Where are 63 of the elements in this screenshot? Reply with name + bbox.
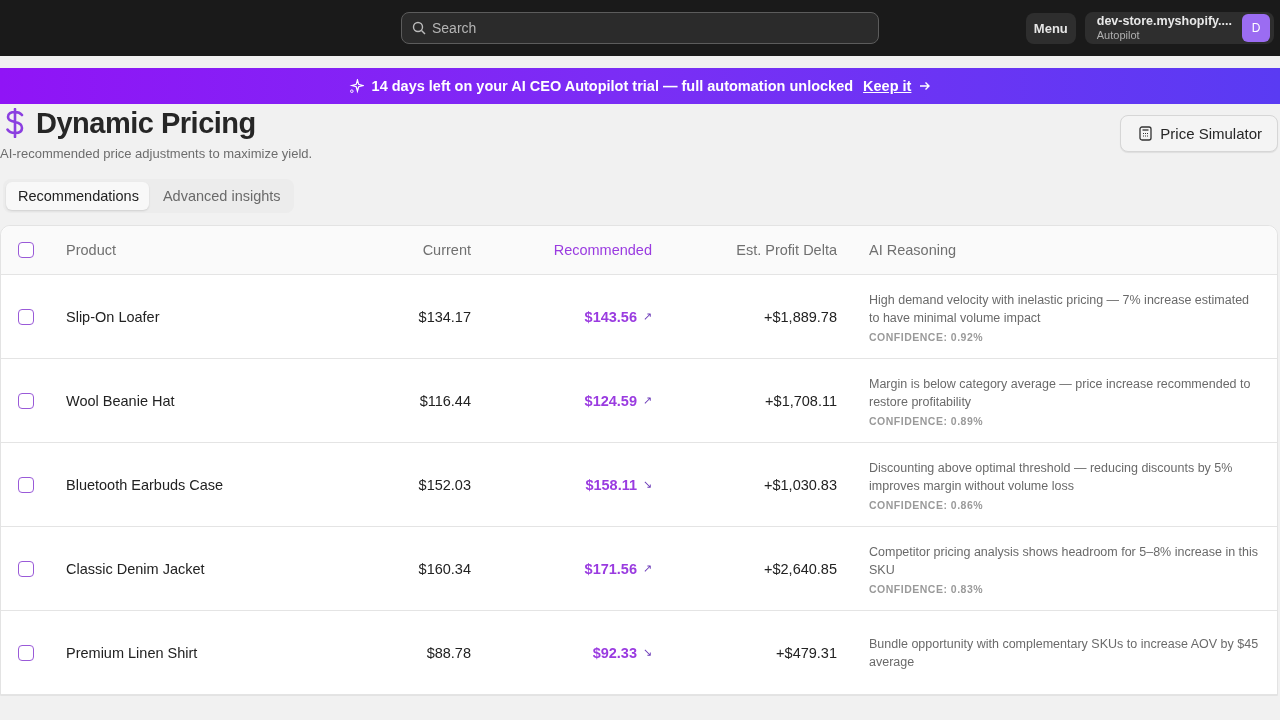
store-name: dev-store.myshopify.... xyxy=(1096,14,1232,28)
reasoning-text: Margin is below category average — price increase recommended to restore profitability xyxy=(869,375,1252,411)
product-name: Wool Beanie Hat xyxy=(66,392,176,409)
reasoning-text: Discounting above optimal threshold — reducing discounts by 5% improves margin without volume loss xyxy=(869,459,1234,495)
page-title: Dynamic Pricing xyxy=(36,106,256,140)
current-price: $116.44 xyxy=(418,392,471,409)
profit-delta: +$479.31 xyxy=(775,644,837,661)
column-header: Est. Profit Delta xyxy=(735,242,837,258)
current-price: $152.03 xyxy=(417,476,471,493)
trend-arrow: ↗ xyxy=(643,310,652,323)
page-subtitle: AI-recommended price adjustments to maximize yield. xyxy=(0,146,313,161)
reasoning-text: Competitor pricing analysis shows headroom for 5–8% increase in this SKU xyxy=(869,543,1259,579)
row-checkbox[interactable] xyxy=(18,308,34,325)
current-price: $88.78 xyxy=(425,644,471,661)
product-name: Classic Denim Jacket xyxy=(66,560,206,577)
store-switcher[interactable]: dev-store.myshopify.... Autopilot D xyxy=(1084,12,1274,44)
column-header: Product xyxy=(66,242,117,258)
recommended-price: $171.56 xyxy=(584,560,637,577)
keep-it-link[interactable]: Keep it xyxy=(863,78,912,94)
trend-arrow: ↗ xyxy=(643,562,652,575)
confidence-label: CONFIDENCE: 0.83% xyxy=(869,582,985,595)
banner-message: 14 days left on your AI CEO Autopilot trial — full automation unlocked xyxy=(371,78,854,94)
tab[interactable]: Recommendations xyxy=(6,182,149,210)
row-checkbox[interactable] xyxy=(18,476,34,493)
confidence-label: CONFIDENCE: 0.86% xyxy=(869,498,985,511)
trend-arrow: ↘ xyxy=(643,646,652,659)
dollar-icon xyxy=(4,108,26,138)
profit-delta: +$1,030.83 xyxy=(763,476,837,493)
current-price: $134.17 xyxy=(417,308,471,325)
search-field[interactable]: Search xyxy=(401,12,879,44)
reasoning-text: High demand velocity with inelastic pricing — 7% increase estimated to have minimal volume impact xyxy=(869,291,1251,327)
column-header: Recommended xyxy=(552,242,652,258)
calculator-icon xyxy=(1139,126,1153,141)
column-header: AI Reasoning xyxy=(868,242,958,258)
select-all-checkbox[interactable] xyxy=(18,242,34,258)
price-simulator-button[interactable]: Price Simulator xyxy=(1120,115,1278,152)
profit-delta: +$2,640.85 xyxy=(763,560,837,577)
reasoning-text: Bundle opportunity with complementary SKUs to increase AOV by $45 average xyxy=(869,635,1259,671)
recommended-price: $158.11 xyxy=(585,476,637,493)
confidence-label: CONFIDENCE: 0.92% xyxy=(869,330,985,343)
store-plan: Autopilot xyxy=(1096,28,1141,42)
arrow-right-icon xyxy=(919,80,932,92)
recommended-price: $143.56 xyxy=(584,308,637,325)
product-name: Bluetooth Earbuds Case xyxy=(66,476,225,493)
confidence-label: CONFIDENCE: 0.89% xyxy=(869,414,985,427)
recommended-price: $92.33 xyxy=(592,644,637,661)
row-checkbox[interactable] xyxy=(18,392,34,409)
profit-delta: +$1,708.11 xyxy=(764,392,837,409)
sparkles-icon xyxy=(348,78,364,94)
row-checkbox[interactable] xyxy=(18,644,34,661)
current-price: $160.34 xyxy=(417,560,471,577)
store-avatar: D xyxy=(1242,14,1270,42)
trend-arrow: ↗ xyxy=(643,394,652,407)
row-checkbox[interactable] xyxy=(18,560,34,577)
search-icon xyxy=(412,21,426,35)
column-header: Current xyxy=(421,242,471,258)
recommended-price: $124.59 xyxy=(584,392,637,409)
menu-button[interactable]: Menu xyxy=(1025,12,1076,44)
product-name: Premium Linen Shirt xyxy=(66,644,199,661)
tab[interactable]: Advanced insights xyxy=(150,182,291,210)
product-name: Slip-On Loafer xyxy=(66,308,161,325)
trend-arrow: ↘ xyxy=(643,478,652,491)
profit-delta: +$1,889.78 xyxy=(763,308,837,325)
